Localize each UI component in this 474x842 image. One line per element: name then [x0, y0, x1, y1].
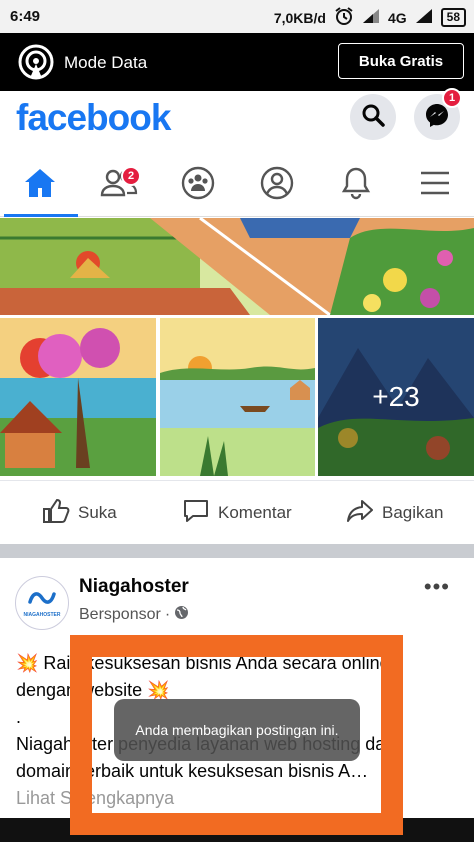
post-photo-main[interactable]	[0, 218, 474, 315]
broadcast-icon	[18, 44, 54, 80]
avatar-text: NIAGAHOSTER	[23, 611, 61, 618]
status-time: 6:49	[10, 8, 41, 25]
nav-tabs: 2	[0, 154, 474, 217]
more-options-button[interactable]: •••	[424, 574, 450, 600]
share-label: Bagikan	[382, 503, 444, 522]
data-mode-bar: Mode Data Buka Gratis	[0, 33, 474, 91]
data-mode-label: Mode Data	[64, 53, 148, 72]
tab-home[interactable]	[0, 154, 79, 217]
tab-notifications[interactable]	[316, 154, 395, 216]
feed-separator	[0, 544, 474, 558]
messenger-button[interactable]: 1	[414, 88, 462, 140]
buka-gratis-button[interactable]: Buka Gratis	[338, 43, 464, 79]
active-tab-indicator	[4, 214, 78, 217]
home-icon	[23, 167, 57, 204]
post-photo-2[interactable]	[0, 318, 156, 476]
battery-indicator: 58	[440, 8, 466, 27]
menu-icon	[419, 170, 451, 201]
like-label: Suka	[78, 503, 117, 522]
messenger-badge: 1	[442, 88, 462, 108]
alarm-icon	[334, 6, 354, 29]
search-icon	[361, 103, 385, 132]
tab-profile[interactable]	[237, 154, 316, 216]
more-photos-overlay[interactable]: +23	[318, 318, 474, 476]
comment-button[interactable]: Komentar	[182, 481, 292, 545]
share-icon	[346, 498, 374, 529]
status-icons: 7,0KB/d 4G 58	[274, 6, 466, 29]
thumbs-up-icon	[42, 498, 70, 529]
network-type: 4G	[387, 9, 407, 26]
facebook-logo: facebook	[16, 97, 171, 138]
share-toast: Anda membagikan postingan ini.	[114, 699, 360, 761]
bell-icon	[341, 166, 371, 205]
post-photo-3[interactable]	[160, 318, 315, 476]
signal-icon	[362, 8, 380, 27]
advertiser-name[interactable]: Niagahoster	[79, 576, 189, 598]
tab-menu[interactable]	[395, 154, 474, 216]
comment-label: Komentar	[218, 503, 292, 522]
advertiser-avatar[interactable]: NIAGAHOSTER	[15, 576, 69, 630]
groups-icon	[181, 166, 215, 205]
share-button[interactable]: Bagikan	[346, 481, 443, 545]
globe-icon	[174, 605, 189, 625]
post-action-bar: Suka Komentar Bagikan	[0, 480, 474, 545]
status-bar: 6:49 7,0KB/d 4G 58	[0, 0, 474, 33]
like-button[interactable]: Suka	[42, 481, 117, 545]
app-header: facebook 1	[0, 88, 474, 149]
niagahoster-logo-icon	[27, 589, 57, 612]
post-photo-4[interactable]: +23	[318, 318, 474, 476]
search-button[interactable]	[350, 94, 396, 140]
network-speed: 7,0KB/d	[273, 9, 326, 26]
friends-badge: 2	[121, 166, 141, 186]
comment-icon	[182, 498, 210, 529]
tab-groups[interactable]	[158, 154, 237, 216]
signal-icon-2	[415, 8, 433, 27]
profile-icon	[260, 166, 294, 205]
sponsored-label: Bersponsor	[79, 606, 161, 623]
post-meta: Bersponsor ·	[79, 605, 189, 625]
tab-friends[interactable]: 2	[79, 154, 158, 216]
